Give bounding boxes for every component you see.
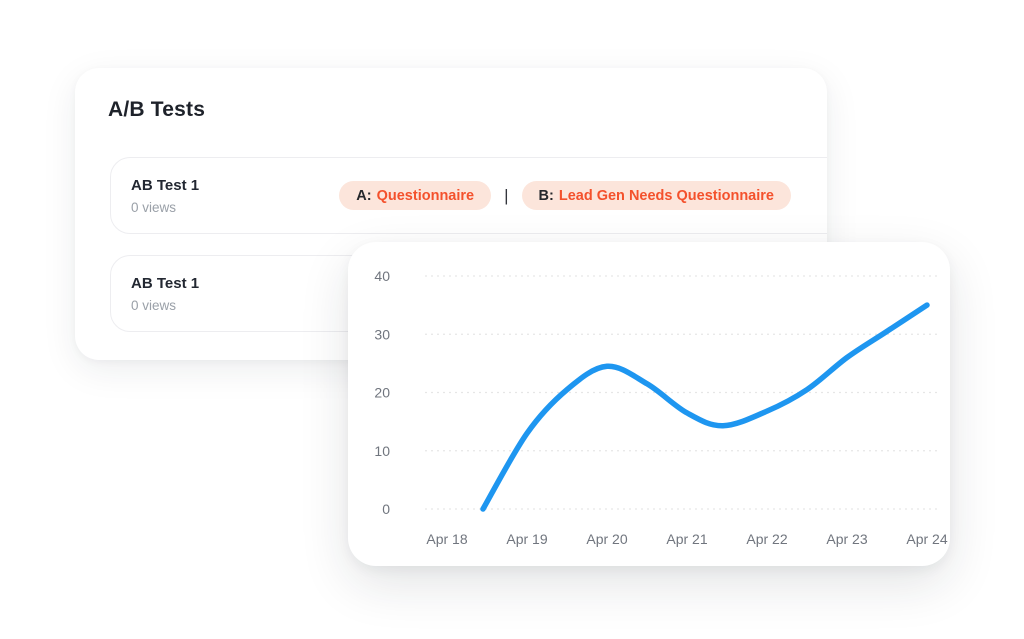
test-item-views: 0 views	[131, 200, 199, 215]
y-axis-label: 10	[374, 443, 390, 459]
test-item-name: AB Test 1	[131, 275, 199, 292]
x-axis-label: Apr 21	[666, 531, 707, 547]
y-axis-label: 20	[374, 385, 390, 401]
test-item-info: AB Test 1 0 views	[131, 177, 199, 215]
variant-badge-group: A: Questionnaire | B: Lead Gen Needs Que…	[339, 181, 791, 210]
x-axis-label: Apr 24	[906, 531, 947, 547]
y-axis-label: 30	[374, 326, 390, 342]
chart-series-line	[483, 305, 927, 509]
variant-b-label: Lead Gen Needs Questionnaire	[559, 188, 774, 204]
variant-a-badge[interactable]: A: Questionnaire	[339, 181, 491, 210]
variant-b-badge[interactable]: B: Lead Gen Needs Questionnaire	[522, 181, 791, 210]
variant-a-label: Questionnaire	[377, 188, 475, 204]
variant-a-prefix: A:	[356, 188, 371, 204]
x-axis-label: Apr 23	[826, 531, 867, 547]
y-axis-label: 0	[382, 501, 390, 517]
views-chart-card: 0 10 20 30 40 Apr 18 Apr 19 Apr 20 Apr 21 Apr 22 A…	[348, 242, 950, 566]
test-item-name: AB Test 1	[131, 177, 199, 194]
x-axis-label: Apr 20	[586, 531, 627, 547]
y-axis-label: 40	[374, 268, 390, 284]
test-item-info: AB Test 1 0 views	[131, 275, 199, 313]
line-chart: 0 10 20 30 40 Apr 18 Apr 19 Apr 20 Apr 21 Apr 22 A…	[348, 242, 950, 566]
x-axis-label: Apr 22	[746, 531, 787, 547]
page-title: A/B Tests	[108, 98, 205, 122]
x-axis-label: Apr 19	[506, 531, 547, 547]
x-axis-label: Apr 18	[426, 531, 467, 547]
badge-separator: |	[504, 186, 508, 206]
test-item-views: 0 views	[131, 298, 199, 313]
variant-b-prefix: B:	[539, 188, 554, 204]
test-item-row[interactable]: AB Test 1 0 views A: Questionnaire | B: …	[110, 157, 827, 234]
